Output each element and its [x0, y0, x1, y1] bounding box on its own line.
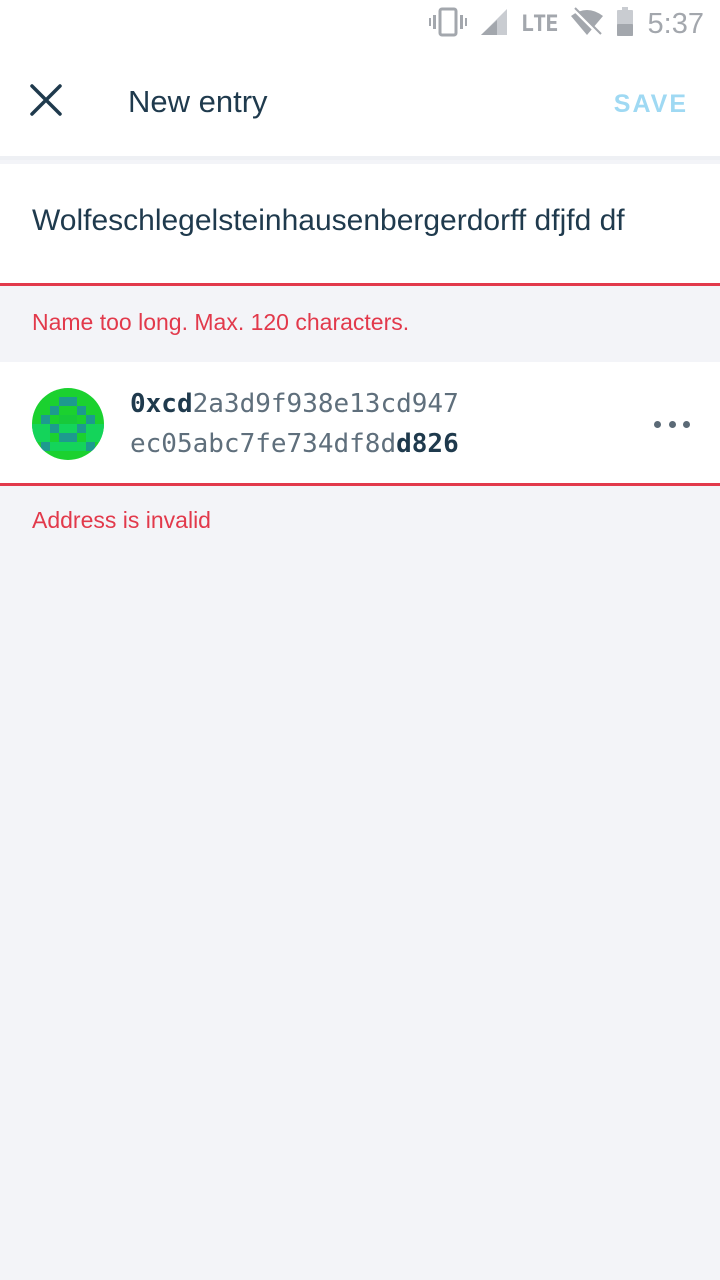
address-prefix: 0xcd [130, 389, 193, 419]
vibrate-icon [428, 7, 467, 42]
signal-icon [479, 7, 509, 42]
name-input[interactable]: Wolfeschlegelsteinhausenbergerdorff dfjf… [32, 204, 692, 238]
address-value[interactable]: 0xcd2a3d9f938e13cd947 ec05abc7fe734df8dd… [130, 384, 459, 464]
close-button[interactable] [24, 78, 68, 122]
address-line-1: 0xcd2a3d9f938e13cd947 [130, 384, 459, 424]
more-horizontal-icon [683, 420, 690, 428]
wifi-off-icon [570, 6, 604, 42]
more-horizontal-icon [668, 420, 676, 428]
address-suffix: d826 [396, 429, 459, 459]
save-button[interactable]: SAVE [614, 90, 688, 119]
more-horizontal-icon [654, 420, 661, 428]
battery-icon [616, 6, 634, 42]
address-middle-2: ec05abc7fe734df8d [130, 429, 397, 459]
address-middle-1: 2a3d9f938e13cd947 [192, 389, 459, 419]
status-time: 5:37 [647, 7, 704, 40]
page-title: New entry [128, 84, 268, 119]
more-options-button[interactable] [654, 412, 690, 436]
address-row[interactable]: 0xcd2a3d9f938e13cd947 ec05abc7fe734df8dd… [0, 362, 720, 486]
name-error-message: Name too long. Max. 120 characters. [32, 309, 410, 335]
status-bar: LTE 5:37 [0, 0, 720, 48]
name-field[interactable]: Wolfeschlegelsteinhausenbergerdorff dfjf… [0, 164, 720, 286]
app-bar: New entry SAVE [0, 48, 720, 160]
address-line-2: ec05abc7fe734df8dd826 [130, 424, 459, 464]
identicon-avatar [32, 388, 104, 460]
address-error-message: Address is invalid [32, 507, 211, 533]
network-type-label: LTE [520, 11, 559, 37]
app-root: LTE 5:37 New entry SAVE Wolfeschlegelste… [0, 0, 720, 1280]
close-icon [30, 84, 62, 116]
